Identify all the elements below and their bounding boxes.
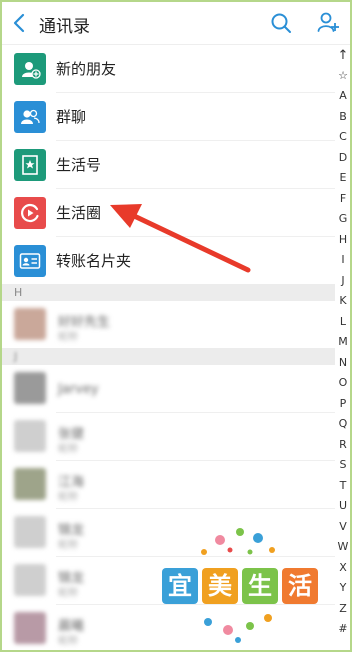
card-holder-item[interactable]: 转账名片夹 [2,237,335,284]
index-letter[interactable]: D [335,151,350,164]
life-circle-label: 生活圈 [56,204,102,222]
life-circle-icon [14,197,46,229]
watermark-char: 宜 [162,568,198,604]
index-letter[interactable]: K [335,294,350,307]
index-letter[interactable]: P [335,397,350,410]
watermark-char: 活 [282,568,318,604]
index-letter[interactable]: Y [335,581,350,594]
group-chat-icon [14,101,46,133]
index-letter[interactable]: X [335,561,350,574]
contact-sub: 昵称 [58,444,78,455]
avatar [14,420,46,452]
avatar [14,308,46,340]
index-letter[interactable]: S [335,458,350,471]
index-letter[interactable]: C [335,130,350,143]
add-user-icon[interactable] [317,11,339,35]
alphabet-index[interactable]: ↑ ☆ A B C D E F G H I J K L M N O P Q R S T U V W X Y Z # [335,48,350,648]
group-chat-label: 群聊 [56,108,87,126]
index-letter[interactable]: A [335,89,350,102]
index-letter[interactable]: T [335,479,350,492]
life-account-label: 生活号 [56,156,102,174]
contact-sub: 昵称 [58,636,78,647]
contact-name: Jarvey [58,382,99,397]
contact-row[interactable]: 江海 昵称 [2,461,335,508]
section-letter: H [14,286,23,299]
avatar [14,372,46,404]
page-title: 通讯录 [39,17,90,37]
index-letter[interactable]: L [335,315,350,328]
contact-sub: 昵称 [58,588,78,599]
contact-sub: 昵称 [58,540,78,551]
index-letter[interactable]: ↑ [335,48,350,63]
new-friend-icon [14,53,46,85]
avatar [14,516,46,548]
life-account-icon [14,149,46,181]
index-letter[interactable]: B [335,110,350,123]
index-letter[interactable]: N [335,356,350,369]
watermark-char: 美 [202,568,238,604]
index-letter[interactable]: Q [335,417,350,430]
avatar [14,468,46,500]
index-letter[interactable]: E [335,171,350,184]
contact-row[interactable]: Jarvey [2,365,335,412]
avatar [14,612,46,644]
watermark-char: 生 [242,568,278,604]
life-account-item[interactable]: 生活号 [2,141,335,188]
chevron-left-icon[interactable] [11,12,29,34]
index-letter[interactable]: O [335,376,350,389]
section-header-j: J [2,348,335,365]
contact-row[interactable]: 好好先生 昵称 [2,301,335,348]
contact-row[interactable]: 张健 昵称 [2,413,335,460]
section-letter: J [14,350,18,363]
index-letter[interactable]: W [335,540,350,553]
card-holder-icon [14,245,46,277]
index-letter[interactable]: G [335,212,350,225]
contact-sub: 昵称 [58,332,78,343]
new-friends-item[interactable]: 新的朋友 [2,45,335,92]
avatar [14,564,46,596]
index-letter[interactable]: # [335,622,350,635]
header-bar: 通讯录 [2,2,350,45]
contact-sub: 昵称 [58,492,78,503]
index-letter[interactable]: F [335,192,350,205]
index-letter[interactable]: J [335,274,350,287]
contacts-screen: 通讯录 新的朋友 群聊 生活号 生活圈 转账名片夹 H 好好先生 昵称 J Ja… [0,0,352,652]
group-chat-item[interactable]: 群聊 [2,93,335,140]
index-letter[interactable]: I [335,253,350,266]
index-letter[interactable]: M [335,335,350,348]
index-letter[interactable]: U [335,499,350,512]
index-letter[interactable]: ☆ [335,69,350,82]
section-header-h: H [2,284,335,301]
life-circle-item[interactable]: 生活圈 [2,189,335,236]
index-letter[interactable]: Z [335,602,350,615]
card-holder-label: 转账名片夹 [56,252,132,270]
search-icon[interactable] [270,12,292,34]
watermark-logo: 宜 美 生 活 [160,522,320,647]
index-letter[interactable]: H [335,233,350,246]
new-friends-label: 新的朋友 [56,60,117,78]
index-letter[interactable]: V [335,520,350,533]
index-letter[interactable]: R [335,438,350,451]
